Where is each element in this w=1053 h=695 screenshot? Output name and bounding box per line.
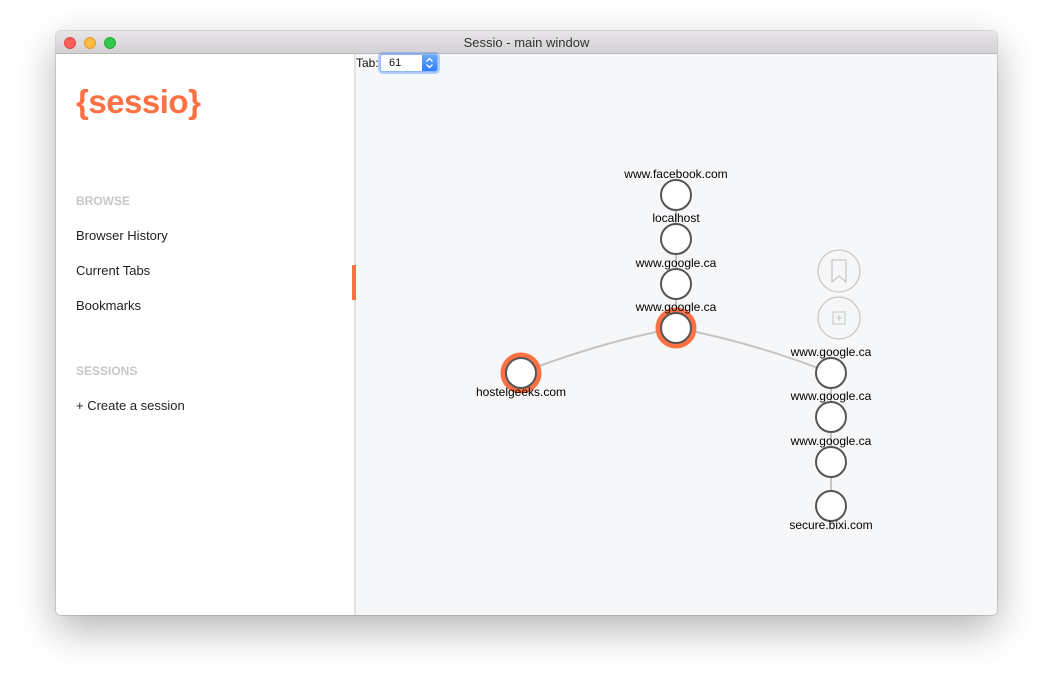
graph-node[interactable]: www.google.ca: [635, 300, 717, 349]
graph-node-label: www.google.ca: [635, 256, 717, 270]
sidebar-item-current-tabs[interactable]: Current Tabs: [76, 263, 150, 278]
graph-node-label: www.google.ca: [790, 434, 872, 448]
graph-node-circle[interactable]: [815, 357, 847, 389]
browse-section-title: BROWSE: [76, 194, 130, 208]
session-graph[interactable]: www.facebook.com localhost www.google.ca ww…: [356, 54, 997, 615]
graph-edge: [520, 327, 677, 374]
graph-node-label: www.facebook.com: [623, 167, 727, 181]
graph-node[interactable]: www.facebook.com: [623, 167, 728, 211]
graph-node[interactable]: secure.bixi.com: [789, 490, 873, 532]
sidebar-item-bookmarks[interactable]: Bookmarks: [76, 298, 141, 313]
graph-node-label: secure.bixi.com: [789, 518, 872, 532]
graph-node-circle[interactable]: [505, 357, 537, 389]
graph-node-circle[interactable]: [660, 312, 692, 344]
graph-node[interactable]: www.google.ca: [790, 434, 872, 478]
graph-node-circle[interactable]: [660, 179, 692, 211]
graph-node-label: www.google.ca: [790, 389, 872, 403]
bookmark-action[interactable]: [817, 249, 861, 293]
title-bar[interactable]: Sessio - main window: [56, 31, 997, 54]
graph-node[interactable]: www.google.ca: [790, 345, 872, 389]
app-window: Sessio - main window {sessio} BROWSE Bro…: [56, 31, 997, 615]
app-logo: {sessio}: [76, 83, 201, 120]
graph-nodes: www.facebook.com localhost www.google.ca ww…: [476, 167, 873, 532]
sidebar: {sessio} BROWSE Browser History Current …: [56, 54, 356, 615]
graph-node-label: localhost: [652, 211, 700, 225]
graph-panel: Tab: 61 www.facebook.com localhost www.g…: [356, 54, 997, 615]
graph-node-circle[interactable]: [815, 490, 847, 522]
graph-node-circle[interactable]: [660, 268, 692, 300]
graph-node-label: hostelgeeks.com: [476, 385, 566, 399]
sidebar-item-browser-history[interactable]: Browser History: [76, 228, 168, 243]
graph-node[interactable]: www.google.ca: [790, 389, 872, 433]
graph-node-circle[interactable]: [660, 223, 692, 255]
graph-node-label: www.google.ca: [790, 345, 872, 359]
graph-node[interactable]: www.google.ca: [635, 256, 717, 300]
window-title: Sessio - main window: [463, 35, 590, 50]
graph-node-circle[interactable]: [815, 446, 847, 478]
add-node-action[interactable]: [817, 296, 861, 340]
graph-node[interactable]: localhost: [652, 211, 700, 255]
graph-node-circle[interactable]: [815, 401, 847, 433]
bookmark-icon: [831, 259, 847, 284]
graph-node-label: www.google.ca: [635, 300, 717, 314]
create-session-link[interactable]: + Create a session: [76, 398, 185, 413]
sessions-section-title: SESSIONS: [76, 364, 138, 378]
